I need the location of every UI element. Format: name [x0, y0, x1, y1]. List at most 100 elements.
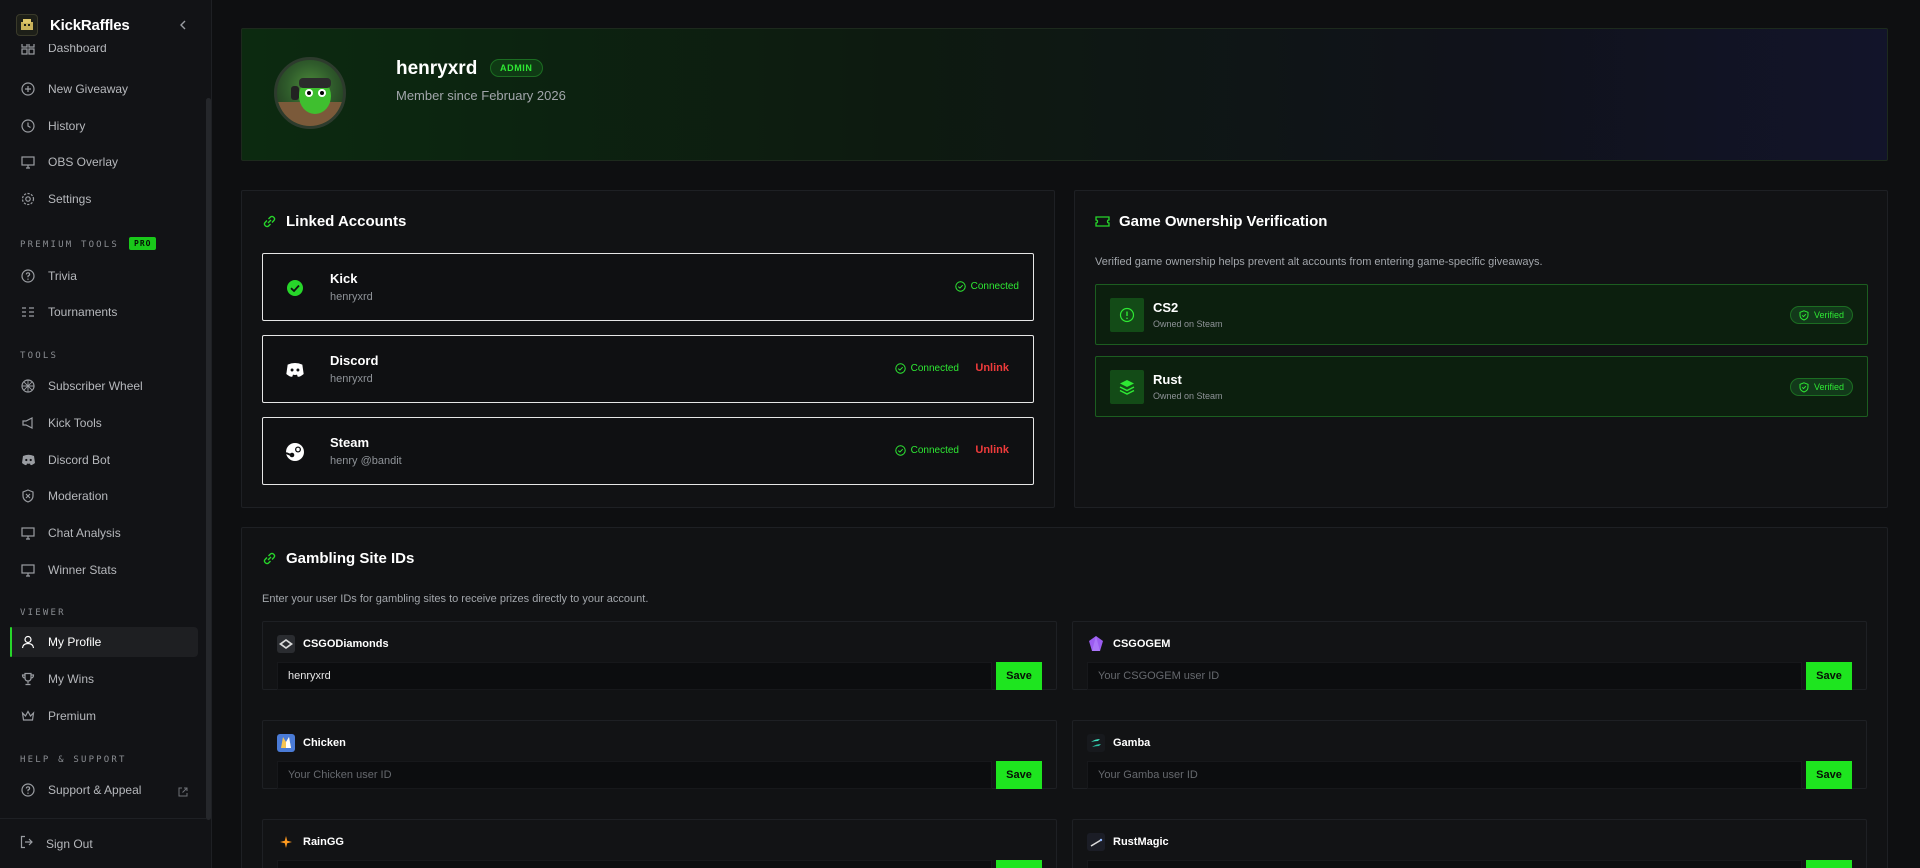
- site-header: RustMagic: [1087, 833, 1169, 851]
- account-row-steam: Steam henry @bandit Connected Unlink: [262, 417, 1034, 485]
- rustmagic-logo-icon: [1087, 833, 1105, 851]
- check-circle-icon: [894, 445, 906, 456]
- collapse-sidebar-button[interactable]: [175, 17, 191, 33]
- sidebar-item-label: Moderation: [48, 489, 109, 503]
- user-icon: [20, 634, 36, 650]
- sidebar-item-discord-bot[interactable]: Discord Bot: [10, 445, 198, 475]
- profile-banner: henryxrd ADMIN Member since February 202…: [241, 28, 1888, 161]
- game-row-rust: Rust Owned on Steam Verified: [1095, 356, 1868, 417]
- question-circle-icon: [20, 782, 36, 798]
- question-circle-icon: [20, 268, 36, 284]
- section-label-help: HELP & SUPPORT: [20, 755, 127, 765]
- shield-check-icon: [1799, 381, 1809, 393]
- link-icon: [262, 214, 278, 230]
- unlink-discord-button[interactable]: Unlink: [975, 362, 1009, 374]
- sidebar-item-support-appeal[interactable]: Support & Appeal: [10, 775, 198, 805]
- alert-circle-icon: [1110, 298, 1144, 332]
- game-verification-description: Verified game ownership helps prevent al…: [1095, 256, 1543, 268]
- raingg-id-input[interactable]: [277, 860, 992, 868]
- avatar: [274, 57, 346, 129]
- save-raingg-button[interactable]: Save: [996, 860, 1042, 868]
- gear-icon: [20, 191, 36, 207]
- verified-badge: Verified: [1789, 306, 1853, 324]
- sidebar-item-premium[interactable]: Premium: [10, 701, 198, 731]
- sidebar-item-dashboard[interactable]: Dashboard: [10, 44, 198, 63]
- save-csgogem-button[interactable]: Save: [1806, 662, 1852, 690]
- sidebar-item-trivia[interactable]: Trivia: [10, 261, 198, 291]
- ticket-icon: [1095, 214, 1111, 230]
- save-csgodiamonds-button[interactable]: Save: [996, 662, 1042, 690]
- admin-badge: ADMIN: [490, 59, 543, 77]
- csgodiamonds-id-input[interactable]: [277, 662, 992, 690]
- brand-logo-icon: [16, 14, 38, 36]
- save-gamba-button[interactable]: Save: [1806, 761, 1852, 789]
- check-circle-icon: [894, 363, 906, 374]
- sidebar-nav: Dashboard New Giveaway History OBS Overl…: [10, 44, 198, 819]
- gambling-sites-title: Gambling Site IDs: [262, 550, 414, 567]
- section-label-premium: PREMIUM TOOLS: [20, 240, 120, 250]
- sidebar-item-settings[interactable]: Settings: [10, 184, 198, 214]
- sidebar-item-label: Tournaments: [48, 305, 118, 319]
- rustmagic-id-input[interactable]: [1087, 860, 1802, 868]
- sidebar-item-moderation[interactable]: Moderation: [10, 481, 198, 511]
- sidebar-item-chat-analysis[interactable]: Chat Analysis: [10, 518, 198, 548]
- sidebar-scrollbar[interactable]: [206, 98, 211, 820]
- crown-icon: [20, 708, 36, 724]
- gamba-logo-icon: [1087, 734, 1105, 752]
- gamba-id-input[interactable]: [1087, 761, 1802, 789]
- sidebar-item-kick-tools[interactable]: Kick Tools: [10, 408, 198, 438]
- sidebar-item-label: Dashboard: [48, 44, 107, 55]
- sidebar-item-label: Settings: [48, 192, 92, 206]
- sidebar-divider: [0, 818, 206, 819]
- sidebar-item-my-wins[interactable]: My Wins: [10, 664, 198, 694]
- monitor-icon: [20, 525, 36, 541]
- trophy-icon: [20, 671, 36, 687]
- sidebar-item-label: Support & Appeal: [48, 783, 142, 797]
- sidebar-item-label: My Wins: [48, 672, 94, 686]
- chicken-id-input[interactable]: [277, 761, 992, 789]
- gambling-sites-description: Enter your user IDs for gambling sites t…: [262, 593, 649, 605]
- member-since: Member since February 2026: [396, 88, 566, 103]
- save-rustmagic-button[interactable]: Save: [1806, 860, 1852, 868]
- verified-label: Verified: [1813, 310, 1844, 320]
- site-name: RainGG: [303, 836, 344, 848]
- monitor-icon: [20, 562, 36, 578]
- linked-accounts-heading: Linked Accounts: [286, 213, 407, 230]
- unlink-steam-button[interactable]: Unlink: [975, 444, 1009, 456]
- account-status-label: Connected: [970, 281, 1019, 292]
- game-name: Rust: [1153, 372, 1182, 387]
- sidebar-item-subscriber-wheel[interactable]: Subscriber Wheel: [10, 371, 198, 401]
- sidebar-item-tournaments[interactable]: Tournaments: [10, 297, 198, 327]
- site-name: RustMagic: [1113, 836, 1169, 848]
- site-card-gamba: Gamba Save: [1072, 720, 1867, 789]
- csgogem-id-input[interactable]: [1087, 662, 1802, 690]
- sidebar-item-obs-overlay[interactable]: OBS Overlay: [10, 147, 198, 177]
- sidebar-item-label: Winner Stats: [48, 563, 117, 577]
- verified-badge: Verified: [1789, 378, 1853, 396]
- sidebar-item-label: New Giveaway: [48, 82, 129, 96]
- shield-icon: [20, 488, 36, 504]
- steam-icon: [285, 442, 305, 462]
- account-status: Connected: [954, 281, 1019, 292]
- sidebar-item-history[interactable]: History: [10, 111, 198, 141]
- sidebar-item-my-profile[interactable]: My Profile: [10, 627, 198, 657]
- wheel-icon: [20, 378, 36, 394]
- site-header: CSGOGEM: [1087, 635, 1170, 653]
- linked-accounts-title: Linked Accounts: [262, 213, 406, 230]
- game-owner: Owned on Steam: [1153, 391, 1223, 401]
- sign-out-label: Sign Out: [46, 837, 93, 851]
- sidebar-item-new-giveaway[interactable]: New Giveaway: [10, 74, 198, 104]
- sidebar-item-winner-stats[interactable]: Winner Stats: [10, 555, 198, 585]
- clock-icon: [20, 118, 36, 134]
- discord-icon: [285, 360, 305, 380]
- gambling-sites-card: Gambling Site IDs Enter your user IDs fo…: [241, 527, 1888, 868]
- site-name: CSGOGEM: [1113, 638, 1171, 650]
- sidebar-item-label: Discord Bot: [48, 453, 111, 467]
- main-content: henryxrd ADMIN Member since February 202…: [213, 0, 1920, 868]
- sidebar-item-label: Chat Analysis: [48, 526, 121, 540]
- sign-out-button[interactable]: Sign Out: [10, 829, 198, 859]
- site-card-rustmagic: RustMagic Save: [1072, 819, 1867, 868]
- pro-badge: PRO: [129, 237, 157, 250]
- discord-icon: [20, 452, 36, 468]
- save-chicken-button[interactable]: Save: [996, 761, 1042, 789]
